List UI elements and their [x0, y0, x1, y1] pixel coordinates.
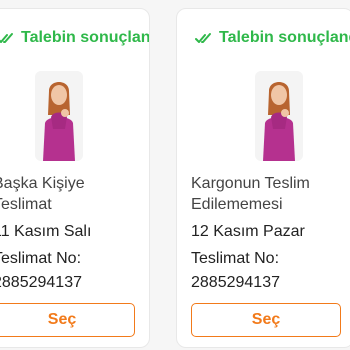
tracking-label: Teslimat No: [0, 250, 82, 267]
select-button[interactable]: Seç [191, 303, 341, 337]
tracking-number: 2885294137 [191, 274, 280, 291]
select-button[interactable]: Seç [0, 303, 135, 337]
tracking-label: Teslimat No: [191, 250, 280, 267]
double-check-icon [0, 33, 13, 43]
date-text: 11 Kasım Salı [0, 223, 92, 240]
status-text: Talebin sonuçlandı [219, 29, 350, 46]
product-image [35, 71, 83, 161]
double-check-icon [195, 33, 211, 43]
request-card[interactable]: Talebin sonuçlandı Başka Kişiye Teslimat… [0, 8, 150, 348]
return-requests-viewport: Talebin sonuçlandı Başka Kişiye Teslimat… [0, 0, 350, 350]
reason-text: Kargonun Teslim Edilememesi [191, 175, 310, 213]
reason-text: Başka Kişiye Teslimat [0, 175, 85, 213]
tracking-number: 2885294137 [0, 274, 82, 291]
request-card[interactable]: Talebin sonuçlandı Kargonun Teslim Edile… [176, 8, 350, 348]
status-label: Talebin sonuçlandı [0, 29, 150, 47]
date-text: 12 Kasım Pazar [191, 223, 305, 240]
status-label: Talebin sonuçlandı [195, 29, 350, 47]
product-image [255, 71, 303, 161]
status-text: Talebin sonuçlandı [21, 29, 150, 46]
